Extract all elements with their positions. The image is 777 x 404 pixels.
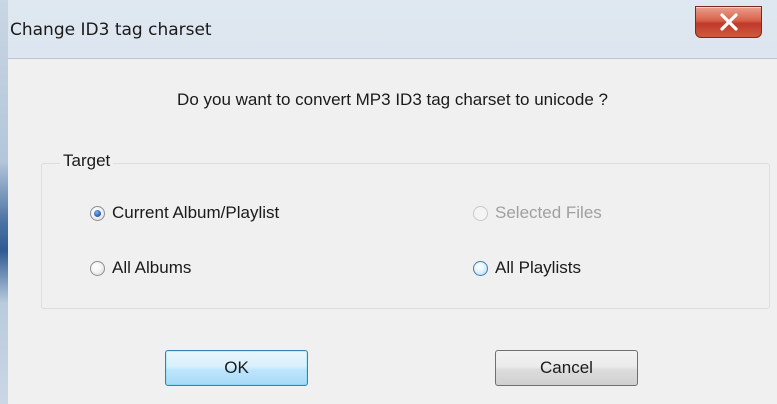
target-group-label: Target <box>60 151 114 171</box>
title-bar[interactable]: Change ID3 tag charset <box>0 0 777 58</box>
radio-unchecked-icon[interactable] <box>90 260 105 276</box>
radio-label-all-albums: All Albums <box>112 258 192 277</box>
radio-checked-icon[interactable] <box>90 205 105 221</box>
radio-label-selected-files: Selected Files <box>495 203 602 222</box>
radio-all-playlists[interactable]: All Playlists <box>473 258 581 278</box>
radio-current-album-playlist[interactable]: Current Album/Playlist <box>90 203 279 223</box>
dialog-window: Change ID3 tag charset Do you want to co… <box>0 0 777 404</box>
radio-all-albums[interactable]: All Albums <box>90 258 191 278</box>
dialog-client-area: Do you want to convert MP3 ID3 tag chars… <box>8 58 777 404</box>
ok-button[interactable]: OK <box>165 350 308 386</box>
background-window-edge <box>0 0 8 404</box>
radio-label-all-playlists: All Playlists <box>495 258 581 277</box>
radio-hover-icon[interactable] <box>473 260 488 276</box>
radio-selected-files: Selected Files <box>473 203 602 223</box>
close-x-icon <box>720 13 738 31</box>
close-button[interactable] <box>695 6 762 38</box>
radio-label-current-album-playlist: Current Album/Playlist <box>112 203 280 222</box>
radio-disabled-icon <box>473 205 488 221</box>
target-groupbox <box>41 163 770 309</box>
question-text: Do you want to convert MP3 ID3 tag chars… <box>177 90 608 109</box>
window-title: Change ID3 tag charset <box>10 20 212 40</box>
cancel-button[interactable]: Cancel <box>495 350 638 386</box>
